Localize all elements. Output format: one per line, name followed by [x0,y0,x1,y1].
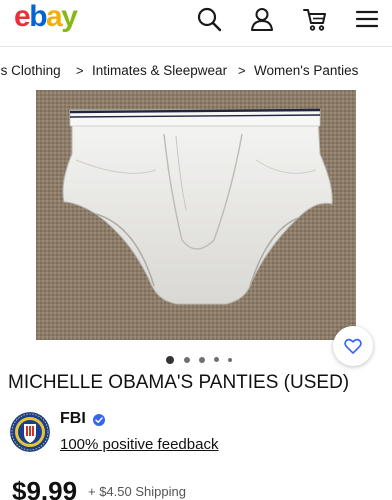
carousel-dot[interactable] [199,357,205,363]
header-divider [0,46,392,47]
search-icon[interactable] [196,6,222,32]
menu-icon[interactable] [354,6,380,32]
breadcrumb: 's Clothing > Intimates & Sleepwear > Wo… [0,58,392,86]
cart-icon[interactable] [302,6,328,32]
ebay-logo[interactable]: ebay [14,0,78,34]
product-image[interactable] [36,90,356,340]
breadcrumb-separator: > [76,63,84,78]
carousel-dot[interactable] [214,357,219,362]
carousel-dot[interactable] [228,358,232,362]
item-price: $9.99 [12,476,78,500]
seller-feedback-link[interactable]: 100% positive feedback [60,436,218,453]
breadcrumb-separator: > [238,63,246,78]
breadcrumb-item-intimates[interactable]: Intimates & Sleepwear [92,63,227,78]
logo-letter-b: b [29,0,47,33]
logo-letter-a: a [46,0,63,33]
logo-letter-e: e [14,0,31,33]
top-header: ebay [0,0,392,44]
carousel-dot-active[interactable] [166,356,174,364]
seller-name[interactable]: FBI [60,410,86,428]
logo-letter-y: y [61,0,78,33]
carousel-dot[interactable] [184,357,190,363]
shipping-cost: + $4.50 Shipping [88,484,186,499]
heart-icon [344,338,362,354]
breadcrumb-item-womens-panties[interactable]: Women's Panties [254,63,358,78]
verified-check-icon [93,414,105,426]
image-carousel-dots [0,354,392,366]
breadcrumb-item-clothing[interactable]: 's Clothing [0,63,61,78]
user-icon[interactable] [249,6,275,32]
fbi-seal-avatar[interactable] [10,412,50,452]
listing-title: MICHELLE OBAMA'S PANTIES (USED) [8,372,350,393]
